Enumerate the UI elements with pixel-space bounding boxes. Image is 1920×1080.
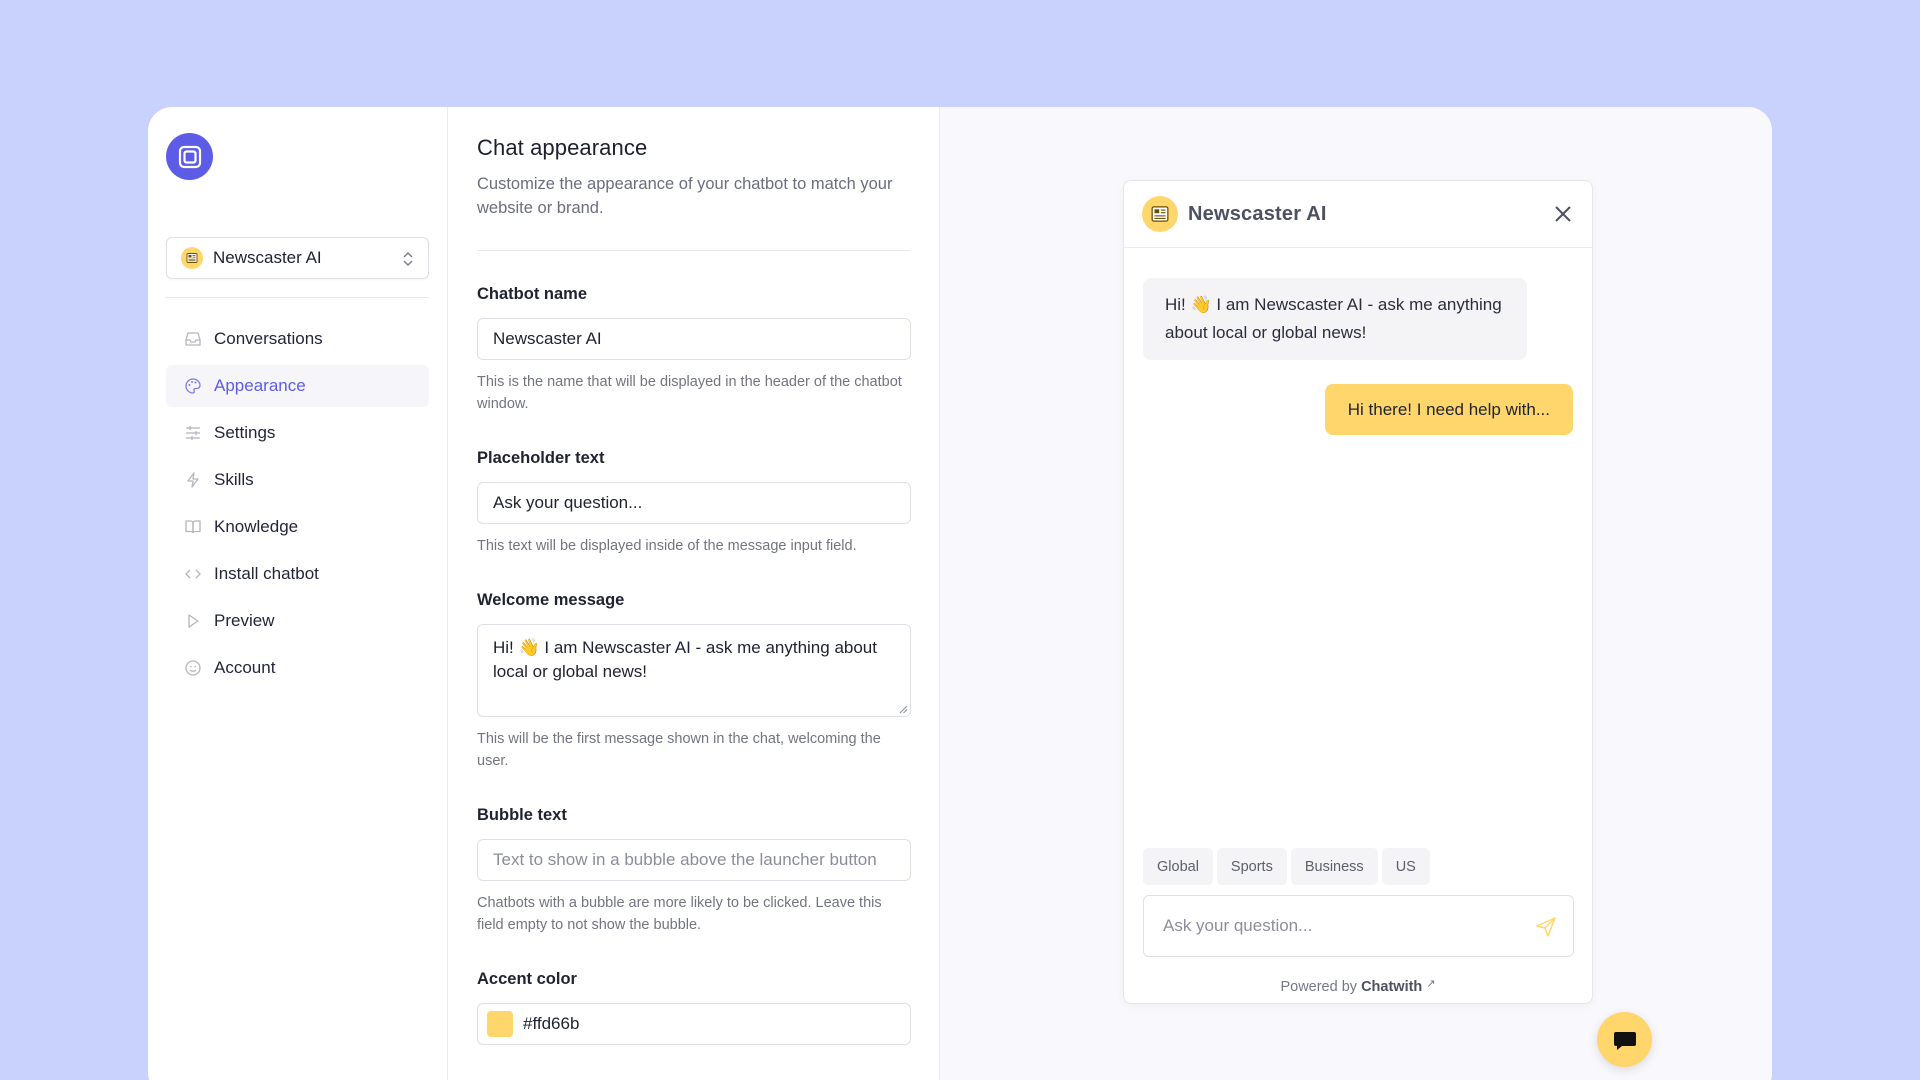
sidebar-nav: Conversations Appearance Settings Skills… (166, 318, 429, 689)
page-title: Chat appearance (477, 135, 648, 160)
welcome-message-help: This will be the first message shown in … (477, 731, 881, 769)
bubble-text-input[interactable]: Text to show in a bubble above the launc… (477, 839, 911, 881)
page-subtitle: Customize the appearance of your chatbot… (477, 175, 893, 217)
accent-color-value: #ffd66b (523, 1014, 580, 1033)
square-stack-icon (178, 145, 201, 168)
external-link-icon: ↗ (1426, 978, 1436, 990)
welcome-message-field-group: Welcome message Hi! 👋 I am Newscaster AI… (477, 591, 911, 772)
palette-icon (185, 378, 201, 394)
welcome-message-textarea[interactable]: Hi! 👋 I am Newscaster AI - ask me anythi… (477, 624, 911, 717)
sidebar-item-label: Settings (214, 423, 276, 442)
play-icon (188, 614, 199, 628)
app-window: Newscaster AI Conversations Appearance S… (148, 107, 1772, 1080)
sidebar: Newscaster AI Conversations Appearance S… (148, 107, 448, 1080)
chatbot-name-field-group: Chatbot name Newscaster AI This is the n… (477, 285, 911, 415)
sidebar-divider (166, 297, 429, 298)
placeholder-text-field-group: Placeholder text Ask your question... Th… (477, 449, 911, 557)
powered-by[interactable]: Powered by Chatwith ↗ (1124, 977, 1592, 995)
chip-sports[interactable]: Sports (1216, 848, 1287, 885)
chat-title: Newscaster AI (1188, 202, 1327, 225)
welcome-message-value: Hi! 👋 I am Newscaster AI - ask me anythi… (493, 638, 877, 681)
appearance-form: Chat appearance Customize the appearance… (448, 107, 940, 1080)
book-icon (185, 520, 201, 534)
chat-message-input[interactable]: Ask your question... (1143, 895, 1574, 957)
chip-global[interactable]: Global (1143, 848, 1213, 885)
bubble-text-help: Chatbots with a bubble are more likely t… (477, 895, 882, 933)
chatbot-name-help: This is the name that will be displayed … (477, 374, 902, 412)
sidebar-item-account[interactable]: Account (166, 647, 429, 689)
accent-color-label: Accent color (477, 970, 577, 988)
sidebar-item-conversations[interactable]: Conversations (166, 318, 429, 360)
chatbot-name-input[interactable]: Newscaster AI (477, 318, 911, 360)
launcher-button[interactable] (1597, 1012, 1652, 1067)
user-circle-icon (185, 660, 201, 676)
suggestion-chips: Global Sports Business US (1143, 848, 1430, 885)
send-icon[interactable] (1535, 916, 1557, 938)
chatbot-selector-label: Newscaster AI (213, 248, 322, 267)
sidebar-item-label: Install chatbot (214, 564, 319, 583)
code-icon (185, 569, 201, 579)
sidebar-item-appearance[interactable]: Appearance (166, 365, 429, 407)
sidebar-item-label: Conversations (214, 329, 323, 348)
user-message: Hi there! I need help with... (1324, 384, 1573, 435)
sidebar-item-install-chatbot[interactable]: Install chatbot (166, 553, 429, 595)
inbox-icon (185, 332, 201, 346)
accent-color-field-group: Accent color #ffd66b (477, 970, 911, 1045)
chip-business[interactable]: Business (1290, 848, 1378, 885)
close-icon[interactable] (1552, 203, 1574, 225)
chip-us[interactable]: US (1381, 848, 1430, 885)
sidebar-item-label: Appearance (214, 376, 306, 395)
form-divider (477, 250, 910, 251)
chat-bubble-icon (1613, 1031, 1636, 1050)
welcome-message-label: Welcome message (477, 591, 625, 609)
bot-message: Hi! 👋 I am Newscaster AI - ask me anythi… (1143, 278, 1527, 360)
placeholder-text-label: Placeholder text (477, 449, 605, 467)
sidebar-item-label: Preview (214, 611, 275, 630)
sidebar-item-label: Knowledge (214, 517, 299, 536)
bubble-text-label: Bubble text (477, 806, 567, 824)
chatbot-name-label: Chatbot name (477, 285, 588, 303)
accent-color-input[interactable]: #ffd66b (477, 1003, 911, 1045)
sidebar-item-skills[interactable]: Skills (166, 459, 429, 501)
resize-handle-icon[interactable] (899, 705, 908, 714)
sidebar-item-preview[interactable]: Preview (166, 600, 429, 642)
chatbot-selector[interactable]: Newscaster AI (166, 237, 429, 279)
placeholder-text-input[interactable]: Ask your question... (477, 482, 911, 524)
sidebar-item-label: Account (214, 658, 276, 677)
bolt-icon (187, 472, 199, 488)
bubble-text-field-group: Bubble text Text to show in a bubble abo… (477, 806, 911, 936)
color-swatch[interactable] (487, 1011, 513, 1037)
sidebar-item-label: Skills (214, 470, 254, 489)
newspaper-icon (181, 247, 203, 269)
chevron-up-down-icon (403, 252, 413, 266)
powered-by-prefix: Powered by (1280, 979, 1358, 995)
chat-input-placeholder: Ask your question... (1163, 916, 1313, 935)
sidebar-item-knowledge[interactable]: Knowledge (166, 506, 429, 548)
sliders-icon (186, 426, 200, 440)
chat-window: Newscaster AI Hi! 👋 I am Newscaster AI -… (1123, 180, 1593, 1004)
chat-preview-area: Newscaster AI Hi! 👋 I am Newscaster AI -… (940, 107, 1772, 1080)
sidebar-item-settings[interactable]: Settings (166, 412, 429, 454)
placeholder-text-help: This text will be displayed inside of th… (477, 538, 857, 554)
powered-by-brand: Chatwith (1361, 979, 1423, 995)
chat-header: Newscaster AI (1124, 181, 1592, 248)
app-logo[interactable] (166, 133, 213, 180)
newspaper-icon (1142, 196, 1178, 232)
